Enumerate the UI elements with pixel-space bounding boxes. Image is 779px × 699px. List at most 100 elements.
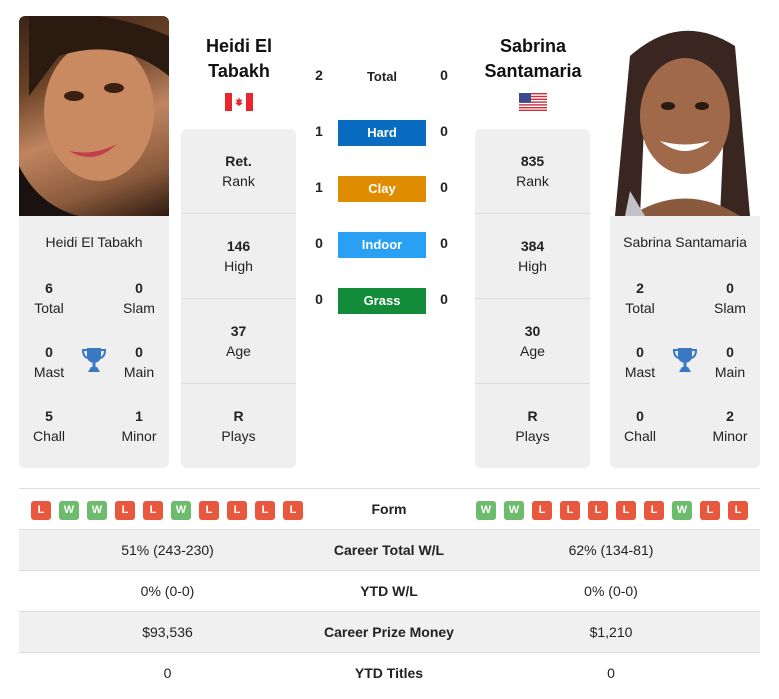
titles-chall: 5 Chall	[19, 406, 79, 446]
h2h-total-label: Total	[366, 69, 398, 84]
table-row: 0% (0-0) YTD W/L 0% (0-0)	[19, 570, 760, 611]
h2h-total-right: 0	[440, 67, 448, 83]
h2h-hard-left: 1	[315, 123, 323, 139]
player-right-photo	[610, 16, 760, 216]
stat-high-label: High	[224, 258, 253, 274]
titles-main: 0 Main	[700, 342, 760, 382]
titles-minor-value: 2	[726, 408, 734, 424]
player-left-titles-card: Heidi El Tabakh 6 Total 0 Slam 0 Mast 0 …	[19, 216, 169, 468]
stat-age-value: 37	[230, 323, 247, 339]
h2h-grass-right: 0	[440, 291, 448, 307]
titles-mast-label: Mast	[624, 364, 656, 380]
titles-chall: 0 Chall	[610, 406, 670, 446]
ytd-titles-right: 0	[607, 665, 615, 681]
form-loss-badge[interactable]: L	[31, 501, 51, 520]
surface-grass-button[interactable]: Grass	[338, 288, 426, 314]
titles-slam-value: 0	[726, 280, 734, 296]
form-loss-badge[interactable]: L	[283, 501, 303, 520]
stat-plays-value: R	[233, 408, 244, 424]
titles-total-value: 2	[636, 280, 644, 296]
h2h-clay-right: 0	[440, 179, 448, 195]
form-win-badge[interactable]: W	[672, 501, 692, 520]
form-loss-badge[interactable]: L	[644, 501, 664, 520]
form-loss-badge[interactable]: L	[560, 501, 580, 520]
titles-mast-value: 0	[636, 344, 644, 360]
stat-age-value: 30	[524, 323, 541, 339]
stat-plays-label: Plays	[221, 428, 256, 444]
stat-age-label: Age	[520, 343, 545, 359]
form-win-badge[interactable]: W	[87, 501, 107, 520]
player-right-stats-card: 835 Rank 384 High 30 Age R Plays	[475, 129, 590, 468]
career-wl-left: 51% (243-230)	[121, 542, 214, 558]
player-right-card-name[interactable]: Sabrina Santamaria	[610, 234, 760, 250]
surface-indoor-button[interactable]: Indoor	[338, 232, 426, 258]
h2h-grass-left: 0	[315, 291, 323, 307]
titles-main-value: 0	[726, 344, 734, 360]
form-loss-badge[interactable]: L	[227, 501, 247, 520]
trophy-icon	[673, 348, 697, 372]
form-loss-badge[interactable]: L	[199, 501, 219, 520]
player-right-form: WWLLLLLWLL	[476, 501, 748, 520]
titles-total-label: Total	[625, 300, 655, 316]
ytd-wl-left: 0% (0-0)	[140, 583, 195, 599]
form-win-badge[interactable]: W	[171, 501, 191, 520]
h2h-total-left: 2	[315, 67, 323, 83]
stat-plays-label: Plays	[515, 428, 550, 444]
form-loss-badge[interactable]: L	[532, 501, 552, 520]
titles-minor-label: Minor	[712, 428, 748, 444]
stat-rank-value: Ret.	[225, 153, 252, 169]
stat-high-label: High	[518, 258, 547, 274]
titles-total-value: 6	[45, 280, 53, 296]
player-left-stats-card: Ret. Rank 146 High 37 Age R Plays	[181, 129, 296, 468]
usa-flag-icon	[519, 93, 547, 111]
titles-slam-label: Slam	[123, 300, 155, 316]
stat-high-value: 384	[520, 238, 545, 254]
form-loss-badge[interactable]: L	[728, 501, 748, 520]
table-row: 51% (243-230) Career Total W/L 62% (134-…	[19, 529, 760, 570]
form-loss-badge[interactable]: L	[700, 501, 720, 520]
form-win-badge[interactable]: W	[476, 501, 496, 520]
player-right-portrait-icon	[610, 16, 760, 216]
stat-plays: R Plays	[181, 384, 296, 469]
stat-age: 37 Age	[181, 299, 296, 384]
titles-main: 0 Main	[109, 342, 169, 382]
h2h-hard-right: 0	[440, 123, 448, 139]
trophy-icon	[82, 348, 106, 372]
career-wl-label: Career Total W/L	[333, 542, 445, 558]
form-loss-badge[interactable]: L	[616, 501, 636, 520]
form-loss-badge[interactable]: L	[143, 501, 163, 520]
surface-clay-button[interactable]: Clay	[338, 176, 426, 202]
h2h-indoor-left: 0	[315, 235, 323, 251]
titles-chall-label: Chall	[624, 428, 656, 444]
player-left-portrait-icon	[19, 16, 169, 216]
player-left-card-name[interactable]: Heidi El Tabakh	[19, 234, 169, 250]
career-wl-right: 62% (134-81)	[568, 542, 654, 558]
titles-mast-value: 0	[45, 344, 53, 360]
comparison-table: LWWLLWLLLL Form WWLLLLLWLL 51% (243-230)…	[19, 488, 760, 693]
stat-rank-label: Rank	[516, 173, 549, 189]
prize-money-right: $1,210	[589, 624, 633, 640]
player-right-name[interactable]: Sabrina Santamaria	[468, 34, 598, 84]
stat-high-value: 146	[226, 238, 251, 254]
form-win-badge[interactable]: W	[59, 501, 79, 520]
titles-mast-label: Mast	[33, 364, 65, 380]
form-loss-badge[interactable]: L	[588, 501, 608, 520]
player-left-photo	[19, 16, 169, 216]
stat-plays: R Plays	[475, 384, 590, 469]
surface-hard-button[interactable]: Hard	[338, 120, 426, 146]
stat-age: 30 Age	[475, 299, 590, 384]
player-left-name[interactable]: Heidi El Tabakh	[174, 34, 304, 84]
titles-minor: 2 Minor	[700, 406, 760, 446]
stat-rank: 835 Rank	[475, 129, 590, 214]
titles-chall-value: 0	[636, 408, 644, 424]
titles-main-label: Main	[123, 364, 155, 380]
form-loss-badge[interactable]: L	[255, 501, 275, 520]
form-win-badge[interactable]: W	[504, 501, 524, 520]
titles-chall-value: 5	[45, 408, 53, 424]
titles-minor-value: 1	[135, 408, 143, 424]
titles-main-label: Main	[714, 364, 746, 380]
titles-slam: 0 Slam	[700, 278, 760, 318]
titles-mast: 0 Mast	[610, 342, 670, 382]
form-loss-badge[interactable]: L	[115, 501, 135, 520]
prize-money-left: $93,536	[142, 624, 193, 640]
